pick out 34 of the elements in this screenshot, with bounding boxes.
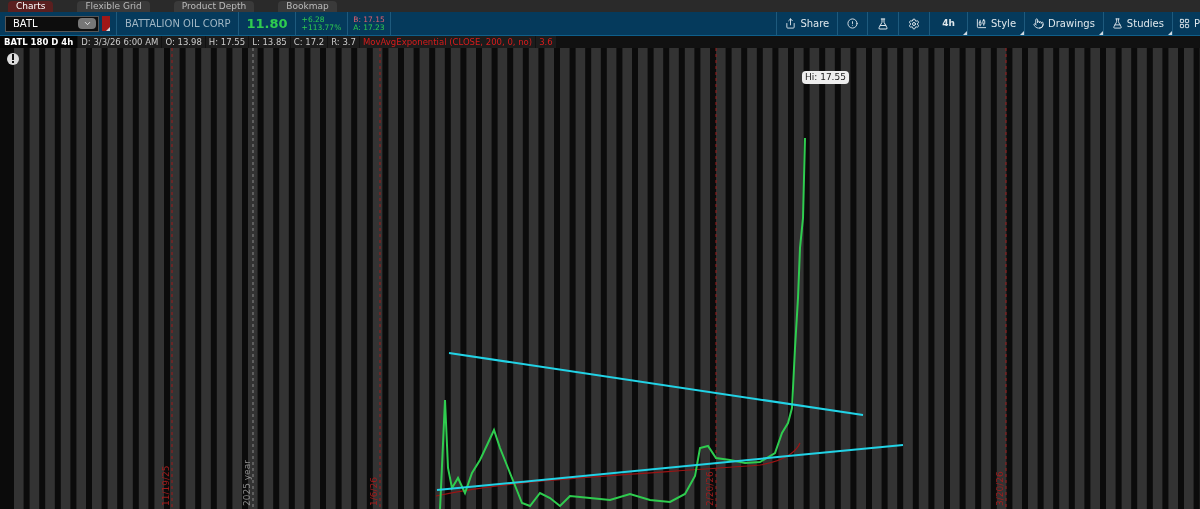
alert-flag-icon[interactable]: [102, 16, 110, 31]
ohlc-field: C: 17.2: [290, 36, 328, 48]
caret-icon: [82, 19, 92, 28]
patterns-button[interactable]: P: [1172, 12, 1200, 35]
ohlc-field: R: 3.7: [328, 36, 359, 48]
date-marker-label: 2/20/26: [705, 471, 715, 506]
candlestick-icon: [975, 18, 987, 29]
hand-pointer-icon: [1033, 18, 1045, 29]
ohlc-field: O: 13.98: [162, 36, 205, 48]
last-price: 11.80: [245, 14, 289, 33]
share-icon: [785, 18, 797, 29]
alert-icon: [847, 18, 859, 29]
study-value: 3.6: [536, 36, 556, 48]
ohlc-field: L: 13.85: [249, 36, 290, 48]
settings-icon: [908, 17, 921, 30]
symbol-dropdown[interactable]: BATL: [5, 15, 99, 32]
warning-icon: [7, 53, 19, 65]
date-marker-label: 1/6/26: [369, 477, 379, 506]
top-tab[interactable]: Flexible Grid: [77, 1, 150, 12]
study-label: MovAvgExponential (CLOSE, 200, 0, no): [359, 36, 536, 48]
date-marker-label: 3/20/26: [995, 471, 1005, 506]
top-tab[interactable]: Charts: [8, 1, 54, 12]
chart-title: BATL 180 D 4h: [0, 36, 78, 48]
ohlc-field: D: 3/3/26 6:00 AM: [78, 36, 162, 48]
share-button[interactable]: Share: [777, 12, 838, 35]
date-marker-label: 2025 year: [242, 460, 252, 506]
top-tab[interactable]: Bookmap: [278, 1, 337, 12]
flask-icon: [1111, 18, 1123, 29]
ohlc-field: H: 17.55: [205, 36, 249, 48]
company-name: BATTALION OIL CORP: [124, 17, 232, 31]
flask-icon: [877, 17, 890, 30]
high-price-tooltip: Hi: 17.55: [802, 71, 849, 84]
top-tab[interactable]: Product Depth: [173, 1, 255, 12]
date-marker-label: 11/19/25: [161, 465, 171, 506]
